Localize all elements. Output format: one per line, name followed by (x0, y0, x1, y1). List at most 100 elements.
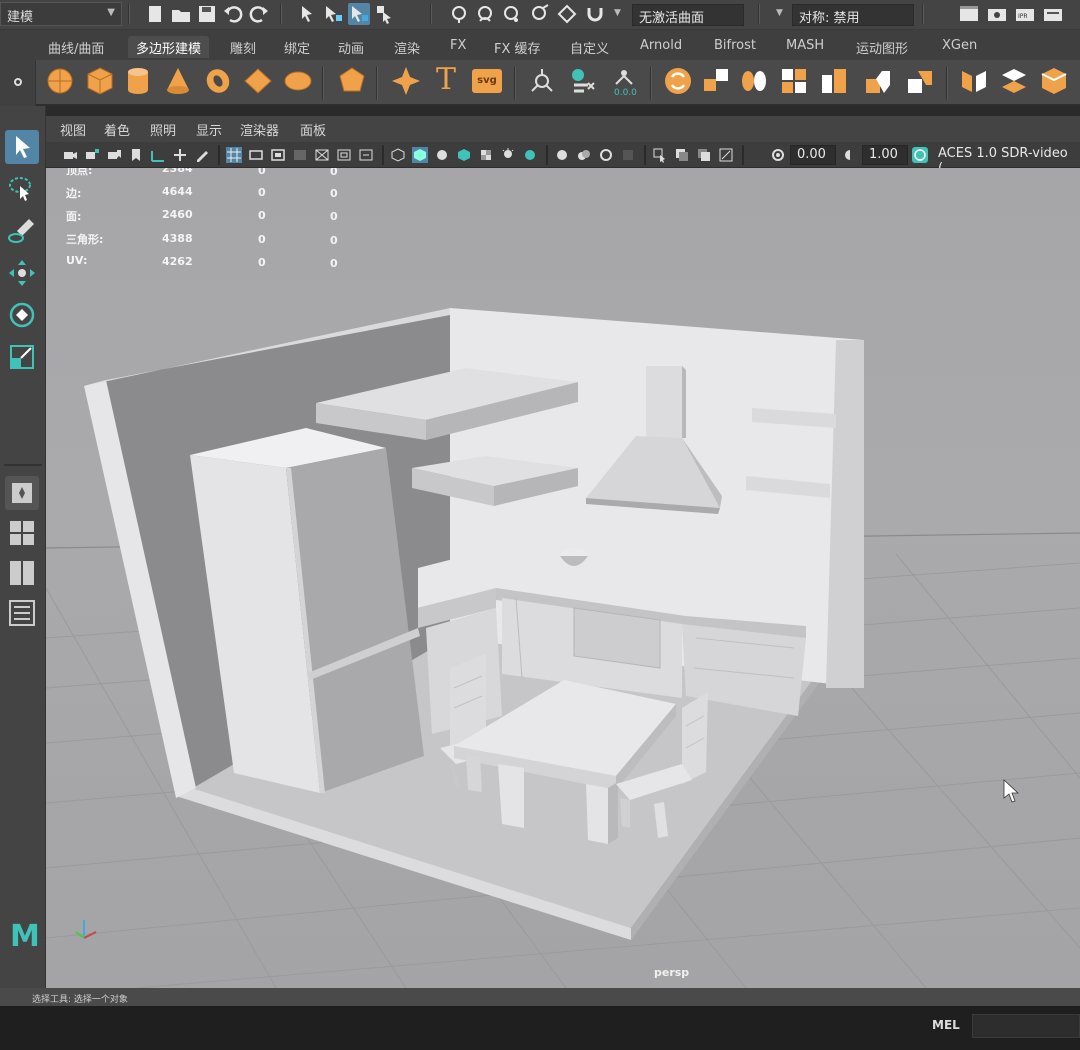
xray-icon[interactable] (674, 147, 690, 163)
tab-custom[interactable]: 自定义 (562, 36, 617, 58)
redo-icon[interactable] (248, 3, 270, 25)
smooth-shade-icon[interactable] (412, 147, 428, 163)
grid-toggle-icon[interactable] (226, 147, 242, 163)
menu-show[interactable]: 显示 (196, 120, 222, 139)
gamma-icon[interactable] (842, 147, 858, 163)
poly-cube-icon[interactable] (84, 65, 116, 97)
scale-tool[interactable] (5, 340, 39, 374)
four-view-layout[interactable] (5, 516, 39, 550)
wireframe-on-shaded-icon[interactable] (434, 147, 450, 163)
camera-attributes-icon[interactable] (84, 147, 100, 163)
open-scene-icon[interactable] (170, 3, 192, 25)
textured-icon[interactable] (456, 147, 472, 163)
grease-pencil-icon[interactable] (194, 147, 210, 163)
gamma-field[interactable]: 1.00 (862, 145, 908, 165)
multisample-icon[interactable] (576, 147, 592, 163)
image-plane-icon[interactable] (150, 147, 166, 163)
menu-renderer[interactable]: 渲染器 (240, 120, 279, 139)
depth-of-field-icon[interactable] (598, 147, 614, 163)
menu-view[interactable]: 视图 (60, 120, 86, 139)
append-polygon-icon[interactable] (998, 65, 1030, 97)
mirror-icon[interactable] (738, 65, 770, 97)
poly-cone-icon[interactable] (162, 65, 194, 97)
platonic-solid-icon[interactable] (336, 65, 368, 97)
render-view-icon[interactable] (986, 3, 1008, 25)
magnet-icon[interactable] (584, 3, 606, 25)
super-shape-icon[interactable] (390, 65, 422, 97)
poly-sphere-icon[interactable] (44, 65, 76, 97)
snap-curve-icon[interactable] (474, 3, 496, 25)
snap-point-icon[interactable] (500, 3, 522, 25)
combine-icon[interactable] (662, 65, 694, 97)
exposure-field[interactable]: 0.00 (790, 145, 836, 165)
tab-rendering[interactable]: 渲染 (386, 36, 428, 58)
mash-network-icon[interactable]: 0.0.0 (608, 65, 640, 97)
svg-tool-icon[interactable]: svg (472, 69, 502, 93)
single-view-layout[interactable] (5, 476, 39, 510)
smooth-icon[interactable] (778, 65, 810, 97)
2d-pan-zoom-icon[interactable] (172, 147, 188, 163)
menu-panels[interactable]: 面板 (300, 120, 326, 139)
script-language-toggle[interactable]: MEL (932, 1018, 960, 1032)
poly-text-icon[interactable]: T (430, 65, 462, 97)
field-chart-icon[interactable] (314, 147, 330, 163)
move-tool[interactable] (5, 256, 39, 290)
save-scene-icon[interactable] (196, 3, 218, 25)
select-by-type-icon[interactable] (374, 3, 396, 25)
command-input[interactable] (972, 1014, 1080, 1038)
menu-shading[interactable]: 着色 (104, 120, 130, 139)
color-management-icon[interactable] (912, 147, 928, 163)
perspective-viewport[interactable]: 顶点: 2384 0 0 边: 4644 0 0 面: 2460 0 0 三角形… (46, 168, 1080, 988)
render-settings-icon[interactable] (1042, 3, 1064, 25)
isolate-select-icon[interactable] (620, 147, 636, 163)
separate-icon[interactable] (700, 65, 732, 97)
tab-fx[interactable]: FX (442, 36, 474, 58)
menu-lighting[interactable]: 照明 (150, 120, 176, 139)
resolution-gate-icon[interactable] (270, 147, 286, 163)
select-component-icon[interactable] (348, 3, 370, 25)
undo-icon[interactable] (222, 3, 244, 25)
poly-disc-icon[interactable] (282, 65, 314, 97)
tab-animation[interactable]: 动画 (330, 36, 372, 58)
tab-bifrost[interactable]: Bifrost (706, 36, 764, 58)
safe-title-icon[interactable] (358, 147, 374, 163)
snap-live-icon[interactable] (556, 3, 578, 25)
shadows-icon[interactable] (500, 147, 516, 163)
film-gate-icon[interactable] (248, 147, 264, 163)
ipr-render-icon[interactable]: IPR (1014, 3, 1036, 25)
snap-view-plane-icon[interactable] (528, 3, 550, 25)
tab-sculpting[interactable]: 雕刻 (222, 36, 264, 58)
tab-fx-caching[interactable]: FX 缓存 (486, 36, 549, 58)
tab-mash[interactable]: MASH (778, 36, 832, 58)
outliner-layout[interactable] (5, 596, 39, 630)
extrude-icon[interactable] (862, 65, 894, 97)
wireframe-icon[interactable] (390, 147, 406, 163)
tab-curves-surfaces[interactable]: 曲线/曲面 (40, 36, 112, 58)
select-object-icon[interactable] (322, 3, 344, 25)
symmetry-dropdown[interactable]: 对称: 禁用 (792, 4, 914, 26)
bevel-icon[interactable] (904, 65, 936, 97)
bridge-icon[interactable] (958, 65, 990, 97)
render-frame-icon[interactable] (958, 3, 980, 25)
camera-select-icon[interactable] (62, 147, 78, 163)
new-scene-icon[interactable] (144, 3, 166, 25)
poly-cylinder-icon[interactable] (122, 65, 154, 97)
camera-bookmark-icon[interactable] (106, 147, 122, 163)
tab-xgen[interactable]: XGen (934, 36, 985, 58)
gear-icon[interactable] (14, 78, 22, 86)
snap-grid-icon[interactable] (448, 3, 470, 25)
live-surface-field[interactable]: 无激活曲面 (632, 4, 744, 26)
motion-blur-icon[interactable] (554, 147, 570, 163)
gate-mask-icon[interactable] (292, 147, 308, 163)
two-view-layout[interactable] (5, 556, 39, 590)
xray-components-icon[interactable] (718, 147, 734, 163)
view-transform-dropdown[interactable]: ACES 1.0 SDR-video ( (932, 145, 1080, 176)
bookmark-icon[interactable] (128, 147, 144, 163)
fill-hole-icon[interactable] (1038, 65, 1070, 97)
reduce-icon[interactable] (818, 65, 850, 97)
exposure-icon[interactable] (770, 147, 786, 163)
tab-poly-modeling[interactable]: 多边形建模 (128, 36, 210, 58)
lasso-tool[interactable] (5, 172, 39, 206)
safe-action-icon[interactable] (336, 147, 352, 163)
poly-plane-icon[interactable] (242, 65, 274, 97)
